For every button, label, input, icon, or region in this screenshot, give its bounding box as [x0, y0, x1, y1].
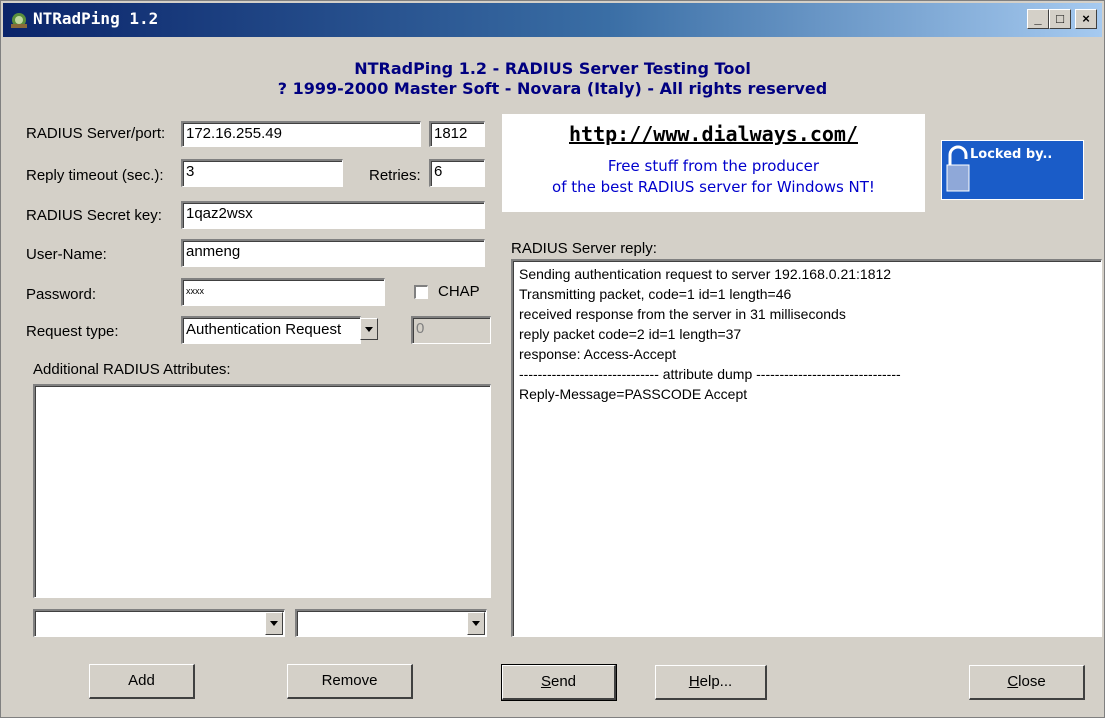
close-button[interactable]: Close	[969, 665, 1085, 700]
retries-input[interactable]: 6	[429, 159, 485, 187]
chap-checkbox[interactable]	[414, 285, 428, 299]
request-type-label: Request type:	[26, 323, 119, 340]
close-window-button[interactable]: ×	[1075, 9, 1097, 29]
remove-button[interactable]: Remove	[287, 664, 413, 699]
minimize-button[interactable]: _	[1027, 9, 1049, 29]
header-title: NTRadPing 1.2 - RADIUS Server Testing To…	[354, 59, 751, 78]
help-label: elp...	[699, 673, 733, 690]
header-copyright: ? 1999-2000 Master Soft - Novara (Italy)…	[277, 79, 828, 98]
locked-by-text: Locked by..	[970, 147, 1053, 162]
banner-line-1: Free stuff from the producer	[607, 157, 820, 175]
request-extra-input: 0	[411, 316, 491, 344]
secret-label: RADIUS Secret key:	[26, 207, 162, 224]
reply-line: Transmitting packet, code=1 id=1 length=…	[519, 286, 792, 302]
retries-label: Retries:	[369, 167, 421, 184]
reply-line: reply packet code=2 id=1 length=37	[519, 326, 742, 342]
title-bar[interactable]: NTRadPing 1.2 _ □ ×	[3, 3, 1102, 37]
request-type-select[interactable]: Authentication Request	[181, 316, 361, 344]
password-input[interactable]: xxxx	[181, 278, 385, 306]
app-icon	[11, 13, 27, 28]
reply-output[interactable]: Sending authentication request to server…	[511, 259, 1102, 637]
ad-banner[interactable]: http://www.dialways.com/ Free stuff from…	[502, 114, 925, 212]
maximize-button[interactable]: □	[1049, 9, 1071, 29]
reply-text: Sending authentication request to server…	[519, 264, 901, 404]
chevron-down-icon[interactable]	[360, 318, 378, 340]
reply-line: response: Access-Accept	[519, 346, 677, 362]
attributes-label: Additional RADIUS Attributes:	[33, 361, 231, 378]
username-input[interactable]: anmeng	[181, 239, 485, 267]
request-type-dropdown[interactable]	[359, 317, 379, 341]
reply-line: received response from the server in 31 …	[519, 306, 846, 322]
add-button[interactable]: Add	[89, 664, 195, 699]
padlock-icon	[946, 145, 970, 192]
attribute-value-select[interactable]	[295, 609, 487, 637]
reply-label: RADIUS Server reply:	[511, 240, 657, 257]
timeout-input[interactable]: 3	[181, 159, 343, 187]
server-label: RADIUS Server/port:	[26, 125, 166, 142]
timeout-label: Reply timeout (sec.):	[26, 167, 164, 184]
server-input[interactable]: 172.16.255.49	[181, 121, 421, 147]
attributes-list[interactable]	[33, 384, 491, 598]
banner-line-2: of the best RADIUS server for Windows NT…	[552, 178, 875, 196]
chap-label: CHAP	[438, 283, 480, 300]
password-label: Password:	[26, 286, 97, 303]
close-mnemonic: C	[1007, 673, 1019, 690]
main-window: NTRadPing 1.2 _ □ × NTRadPing 1.2 - RADI…	[0, 0, 1105, 718]
locked-by-badge[interactable]: Locked by..	[941, 140, 1084, 200]
attribute-name-select[interactable]	[33, 609, 285, 637]
send-button[interactable]: Send	[501, 664, 617, 701]
help-button[interactable]: Help...	[655, 665, 767, 700]
port-input[interactable]: 1812	[429, 121, 485, 147]
send-mnemonic: S	[540, 673, 551, 690]
help-mnemonic: H	[688, 673, 700, 690]
banner-url-link[interactable]: http://www.dialways.com/	[502, 122, 925, 146]
reply-line: ------------------------------ attribute…	[519, 366, 901, 382]
chevron-down-icon[interactable]	[265, 612, 283, 635]
request-type-value: Authentication Request	[186, 321, 342, 338]
username-label: User-Name:	[26, 246, 107, 263]
send-label: end	[550, 673, 577, 690]
reply-line: Sending authentication request to server…	[519, 266, 892, 282]
chevron-down-icon[interactable]	[467, 612, 485, 635]
secret-input[interactable]: 1qaz2wsx	[181, 201, 485, 229]
window-title: NTRadPing 1.2	[33, 9, 159, 28]
reply-line: Reply-Message=PASSCODE Accept	[519, 386, 748, 402]
close-label: lose	[1018, 673, 1046, 690]
